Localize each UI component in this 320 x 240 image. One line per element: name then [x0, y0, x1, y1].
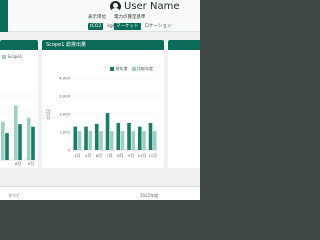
bar-comparison-year	[109, 131, 114, 150]
bar-series-2	[5, 133, 9, 160]
bar-series-2	[18, 124, 22, 160]
dashboard-page: User Name 表示単位 tCO2 kgCO2 電力の算定基準 マーケット …	[0, 0, 200, 200]
header: User Name 表示単位 tCO2 kgCO2 電力の算定基準 マーケット …	[0, 0, 200, 32]
bar-previous-year	[137, 126, 142, 150]
method-option-location[interactable]: ロケーション	[143, 23, 174, 30]
x-tick-label: 9月	[128, 153, 134, 158]
unit-option-tco2[interactable]: tCO2	[88, 23, 104, 30]
left-card-header	[0, 40, 38, 50]
bar-scope1	[27, 117, 31, 160]
y-tick-label: 3,000	[59, 93, 70, 98]
calc-method-group: 電力の算定基準 マーケット ロケーション	[114, 15, 173, 30]
bar-scope1	[1, 121, 5, 160]
x-tick-label: 8月	[117, 153, 123, 158]
y-tick-label: 1,000	[59, 129, 70, 134]
y-tick-label: 4,000	[59, 75, 70, 80]
scope1-chart-card: Scope1 総排出量 前年度 比較年度 tCO2 4,000 3,000 2,000…	[42, 40, 164, 168]
bar-previous-year	[84, 126, 88, 150]
bottom-panel: すべて 2022年度	[0, 186, 200, 200]
x-tick-label: 5月	[85, 153, 91, 158]
x-tick-label: 8月	[15, 161, 21, 166]
bar-comparison-year	[88, 131, 93, 150]
y-tick-label: 0	[68, 147, 71, 152]
bar-comparison-year	[120, 131, 125, 150]
bar-previous-year	[105, 113, 110, 150]
bar-previous-year	[116, 123, 121, 150]
calc-method-toggle: マーケット ロケーション	[114, 23, 173, 30]
bar-comparison-year	[99, 131, 103, 150]
x-tick-label: 7月	[107, 153, 113, 158]
brand-strip	[0, 0, 8, 32]
left-chart-card: Scope1 8月 9月	[0, 40, 38, 168]
user-name: User Name	[124, 0, 180, 12]
filter-all-label[interactable]: すべて	[8, 193, 20, 199]
bar-previous-year	[148, 123, 153, 150]
user-menu[interactable]: User Name	[110, 0, 179, 12]
bar-scope1	[14, 105, 18, 160]
right-card-header	[168, 40, 200, 50]
bar-previous-year	[127, 123, 131, 150]
user-avatar-icon	[110, 0, 121, 12]
bar-previous-year	[73, 126, 78, 150]
calc-method-label: 電力の算定基準	[114, 15, 146, 20]
scope1-bar-chart: tCO2 4,000 3,000 2,000 1,000 04月 5月 6月 7月 8月 9月 10月…	[46, 75, 158, 158]
method-option-market[interactable]: マーケット	[114, 23, 141, 30]
bar-comparison-year	[152, 131, 157, 150]
bar-comparison-year	[142, 131, 146, 150]
x-tick-label: 4月	[74, 153, 80, 158]
x-tick-label: 10月	[138, 153, 147, 158]
y-tick-label: 2,000	[59, 111, 70, 116]
bar-previous-year	[94, 123, 99, 150]
right-chart-card	[168, 40, 200, 168]
bar-comparison-year	[77, 131, 82, 150]
x-tick-label: 11月	[148, 153, 157, 158]
scope1-card-title: Scope1 総排出量	[42, 40, 164, 50]
fiscal-year-label[interactable]: 2022年度	[140, 193, 158, 199]
y-axis-label: tCO2	[46, 109, 51, 120]
left-bar-chart: 8月 9月	[0, 95, 36, 166]
bar-series-2	[31, 126, 35, 160]
x-tick-label: 9月	[28, 161, 34, 166]
x-tick-label: 6月	[96, 153, 102, 158]
bar-comparison-year	[131, 131, 136, 150]
